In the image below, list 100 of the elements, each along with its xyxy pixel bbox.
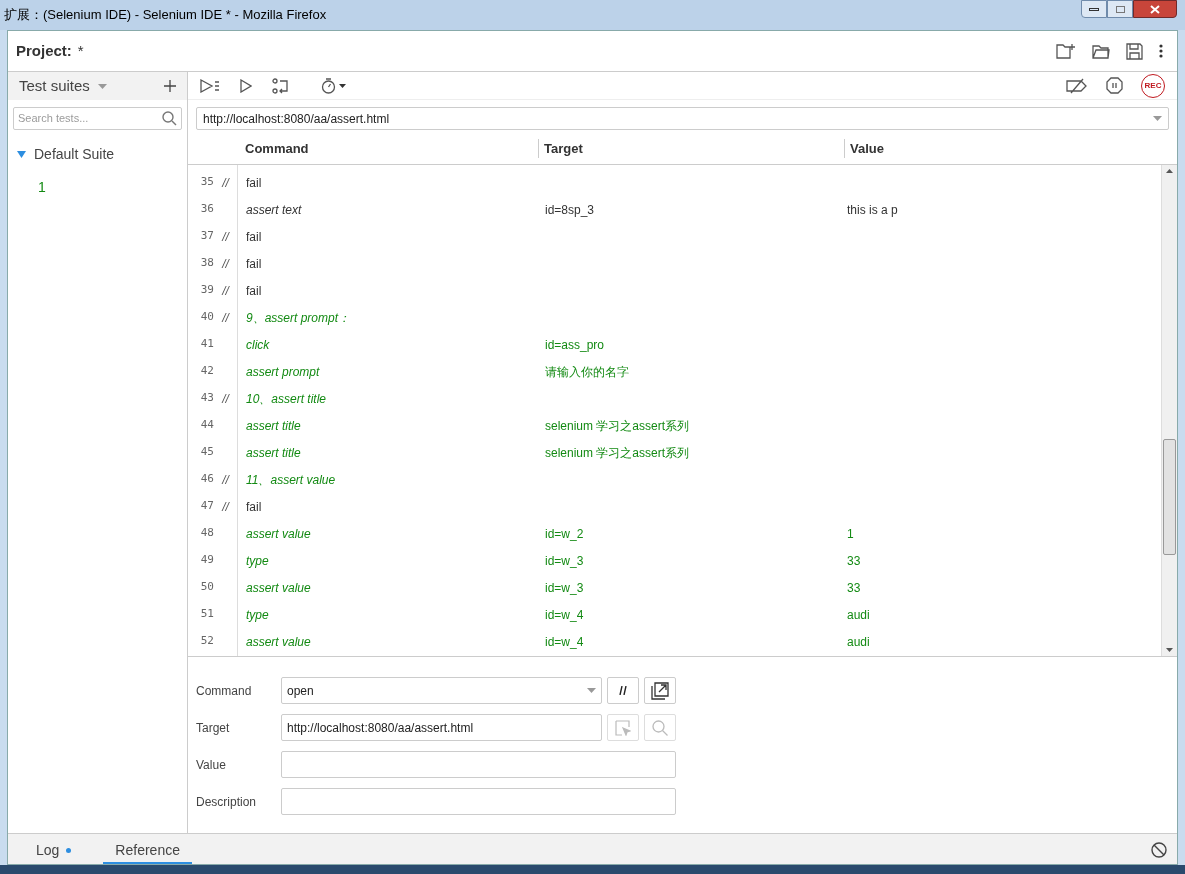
- target-cell-text: id=8sp_3: [544, 201, 596, 219]
- open-window-button[interactable]: [644, 677, 676, 704]
- search-icon: [652, 719, 668, 736]
- comment-marker: //: [222, 256, 229, 271]
- comment-marker: //: [222, 229, 229, 244]
- maximize-button[interactable]: [1107, 0, 1133, 18]
- command-row[interactable]: 39 // fail: [188, 277, 1161, 304]
- column-header[interactable]: Target: [544, 140, 583, 156]
- command-row[interactable]: 38 // fail: [188, 250, 1161, 277]
- command-cell-text: assert text: [245, 201, 303, 219]
- line-number: 46: [199, 471, 214, 488]
- command-row[interactable]: 45 assert title selenium 学习之assert系列: [188, 439, 1161, 466]
- line-number: 38: [199, 255, 214, 272]
- line-number: 36: [199, 201, 214, 218]
- command-cell-text: 10、assert title: [245, 390, 328, 408]
- line-number: 50: [199, 579, 214, 596]
- pause-icon[interactable]: [1106, 77, 1123, 94]
- command-row[interactable]: 40 // 9、assert prompt：: [188, 304, 1161, 331]
- comment-marker: //: [222, 310, 229, 325]
- target-cell-text: id=w_4: [544, 606, 585, 624]
- close-button[interactable]: [1133, 0, 1177, 18]
- stopwatch-icon: [321, 77, 336, 94]
- scroll-down-icon[interactable]: [1166, 648, 1173, 652]
- command-row[interactable]: 42 assert prompt 请输入你的名字: [188, 358, 1161, 385]
- command-cell-text: fail: [245, 174, 263, 192]
- comment-toggle-button[interactable]: [607, 677, 639, 704]
- command-row[interactable]: 35 // fail: [188, 169, 1161, 196]
- line-number: 37: [199, 228, 214, 245]
- command-row[interactable]: 49 type id=w_3 33: [188, 547, 1161, 574]
- target-field[interactable]: http://localhost:8080/aa/assert.html: [281, 714, 602, 741]
- line-number: 45: [199, 444, 214, 461]
- folder-icon[interactable]: [1092, 43, 1110, 59]
- comment-marker: //: [222, 283, 229, 298]
- window-title: 扩展：(Selenium IDE) - Selenium IDE * - Mozilla Firefox: [4, 6, 327, 25]
- comment-marker: //: [222, 499, 229, 514]
- command-row[interactable]: 43 // 10、assert title: [188, 385, 1161, 412]
- command-row[interactable]: 51 type id=w_4 audi: [188, 601, 1161, 628]
- scroll-up-icon[interactable]: [1166, 169, 1173, 173]
- command-row[interactable]: 44 assert title selenium 学习之assert系列: [188, 412, 1161, 439]
- value-cell-text: 33: [846, 552, 862, 570]
- speed-button[interactable]: [321, 77, 346, 94]
- scrollbar[interactable]: [1161, 165, 1177, 656]
- save-icon[interactable]: [1126, 42, 1143, 60]
- description-field[interactable]: [281, 788, 676, 815]
- line-number: 47: [199, 498, 214, 515]
- line-number: 51: [199, 606, 214, 623]
- caret-icon: [339, 83, 346, 88]
- test-item[interactable]: 1: [8, 177, 187, 199]
- target-cell-text: id=w_3: [544, 552, 585, 570]
- field-label: Value: [196, 756, 227, 774]
- search-field[interactable]: Search tests...: [13, 107, 182, 130]
- value-cell-text: audi: [846, 606, 871, 624]
- command-row[interactable]: 52 assert value id=w_4 audi: [188, 628, 1161, 655]
- suite-item[interactable]: Default Suite: [8, 144, 187, 165]
- search-icon: [162, 111, 177, 126]
- target-cell-text: selenium 学习之assert系列: [544, 417, 691, 435]
- search-input[interactable]: Search tests...: [18, 110, 162, 127]
- command-cell-text: fail: [245, 498, 263, 516]
- target-cell-text: id=w_2: [544, 525, 585, 543]
- more-icon[interactable]: [1159, 44, 1163, 58]
- target-cell-text: id=w_4: [544, 633, 585, 651]
- line-number: 42: [199, 363, 214, 380]
- comment-marker: //: [222, 175, 229, 190]
- disable-breakpoints-icon[interactable]: [1066, 77, 1088, 94]
- new-folder-icon[interactable]: [1056, 43, 1076, 59]
- command-row[interactable]: 37 // fail: [188, 223, 1161, 250]
- dropdown-caret-icon: [97, 83, 107, 89]
- add-icon[interactable]: [164, 80, 176, 92]
- command-row[interactable]: 50 assert value id=w_3 33: [188, 574, 1161, 601]
- line-number: 35: [199, 174, 214, 191]
- line-number: 44: [199, 417, 214, 434]
- play-icon[interactable]: [240, 78, 252, 93]
- command-field[interactable]: open: [281, 677, 602, 704]
- scroll-thumb[interactable]: [1163, 439, 1176, 555]
- minimize-button[interactable]: [1081, 0, 1107, 18]
- field-label: Target: [196, 719, 231, 737]
- column-header[interactable]: Command: [245, 140, 309, 156]
- cursor-icon: [615, 719, 631, 736]
- command-cell-text: type: [245, 606, 270, 624]
- line-number: 39: [199, 282, 214, 299]
- clear-icon[interactable]: [1151, 842, 1167, 858]
- command-cell-text: type: [245, 552, 270, 570]
- column-header[interactable]: Value: [850, 140, 884, 156]
- external-link-icon: [651, 681, 669, 700]
- comment-marker: //: [222, 391, 229, 406]
- project-label: Project:: [16, 40, 72, 61]
- command-cell-text: fail: [245, 255, 263, 273]
- command-row[interactable]: 48 assert value id=w_2 1: [188, 520, 1161, 547]
- step-icon[interactable]: [272, 77, 289, 94]
- run-all-icon[interactable]: [200, 78, 220, 93]
- command-row[interactable]: 41 click id=ass_pro: [188, 331, 1161, 358]
- value-field[interactable]: [281, 751, 676, 778]
- url-field[interactable]: http://localhost:8080/aa/assert.html: [196, 107, 1169, 130]
- command-cell-text: fail: [245, 228, 263, 246]
- command-row[interactable]: 46 // 11、assert value: [188, 466, 1161, 493]
- panel-tab[interactable]: Log: [24, 838, 84, 864]
- command-row[interactable]: 47 // fail: [188, 493, 1161, 520]
- line-number: 52: [199, 633, 214, 650]
- line-number: 49: [199, 552, 214, 569]
- command-row[interactable]: 36 assert text id=8sp_3 this is a p: [188, 196, 1161, 223]
